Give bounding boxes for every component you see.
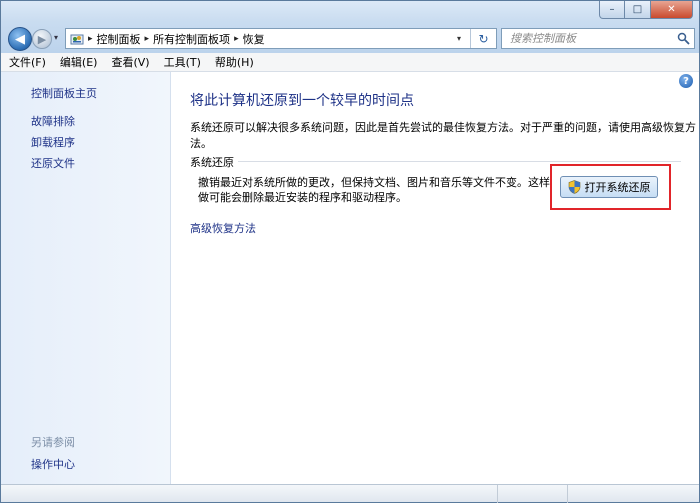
address-bar[interactable]: ▸ 控制面板 ▸ 所有控制面板项 ▸ 恢复 ▾ ↻	[65, 28, 497, 49]
search-placeholder: 搜索控制面板	[510, 32, 576, 45]
status-separator	[497, 485, 498, 503]
advanced-recovery-link[interactable]: 高级恢复方法	[190, 220, 256, 236]
sidebar-item-control-panel-home[interactable]: 控制面板主页	[31, 85, 97, 101]
back-button[interactable]: ◀	[8, 27, 32, 51]
search-input[interactable]: 搜索控制面板	[501, 28, 695, 49]
window: – □ ✕ ◀ ▶ ▾ ▸ 控制面板 ▸ 所有控制面板项 ▸ 恢复 ▾ ↻ 搜索…	[0, 0, 700, 503]
system-restore-description: 撤销最近对系统所做的更改，但保持文档、图片和音乐等文件不变。这样做可能会删除最近…	[198, 176, 550, 204]
breadcrumb-separator-icon: ▸	[144, 33, 150, 44]
page-description: 系统还原可以解决很多系统问题，因此是首先尝试的最佳恢复方法。对于严重的问题，请使…	[190, 121, 696, 150]
uac-shield-icon	[568, 180, 580, 194]
main-content: ? 将此计算机还原到一个较早的时间点 系统还原可以解决很多系统问题，因此是首先尝…	[171, 72, 699, 484]
page-title: 将此计算机还原到一个较早的时间点	[190, 93, 414, 109]
status-separator	[567, 485, 568, 503]
system-restore-section-label: 系统还原	[190, 156, 234, 169]
menu-edit[interactable]: 编辑(E)	[60, 54, 98, 70]
forward-button[interactable]: ▶	[32, 29, 52, 49]
recent-pages-dropdown-icon[interactable]: ▾	[54, 33, 58, 42]
open-system-restore-label: 打开系统还原	[584, 181, 651, 194]
caption-buttons: – □ ✕	[599, 1, 693, 19]
search-icon[interactable]	[677, 32, 690, 45]
menu-file[interactable]: 文件(F)	[9, 54, 46, 70]
breadcrumb-control-panel[interactable]: 控制面板	[97, 31, 141, 47]
menu-help[interactable]: 帮助(H)	[215, 54, 254, 70]
maximize-button[interactable]: □	[625, 1, 651, 19]
close-button[interactable]: ✕	[651, 1, 693, 19]
open-system-restore-button[interactable]: 打开系统还原	[560, 176, 658, 198]
minimize-button[interactable]: –	[599, 1, 625, 19]
breadcrumb-separator-icon: ▸	[234, 33, 239, 44]
see-also-heading: 另请参阅	[31, 436, 75, 449]
breadcrumb-recovery[interactable]: 恢复	[243, 31, 265, 47]
menu-bar: 文件(F) 编辑(E) 查看(V) 工具(T) 帮助(H)	[1, 53, 699, 72]
window-chrome: – □ ✕ ◀ ▶ ▾ ▸ 控制面板 ▸ 所有控制面板项 ▸ 恢复 ▾ ↻ 搜索…	[1, 1, 699, 53]
sidebar: 控制面板主页 故障排除 卸载程序 还原文件 另请参阅 操作中心	[1, 72, 171, 484]
status-bar	[1, 484, 699, 503]
sidebar-item-uninstall[interactable]: 卸载程序	[31, 134, 75, 150]
forward-arrow-icon: ▶	[37, 32, 47, 46]
breadcrumb-all-items[interactable]: 所有控制面板项	[153, 31, 230, 47]
breadcrumb-separator-icon: ▸	[88, 33, 93, 44]
control-panel-icon	[70, 34, 84, 44]
sidebar-item-restore-files[interactable]: 还原文件	[31, 155, 75, 171]
menu-tools[interactable]: 工具(T)	[164, 54, 201, 70]
refresh-icon[interactable]: ↻	[470, 29, 496, 48]
sidebar-item-troubleshooting[interactable]: 故障排除	[31, 113, 75, 129]
sidebar-item-action-center[interactable]: 操作中心	[31, 456, 75, 472]
menu-view[interactable]: 查看(V)	[111, 54, 149, 70]
section-divider	[238, 161, 681, 162]
back-arrow-icon: ◀	[15, 31, 25, 47]
address-dropdown-icon[interactable]: ▾	[452, 29, 466, 48]
help-icon[interactable]: ?	[679, 74, 693, 88]
